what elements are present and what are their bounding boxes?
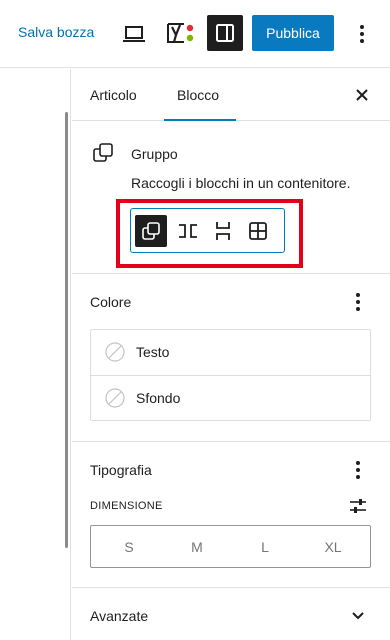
block-variations-toolbar	[130, 208, 285, 253]
typography-options-icon[interactable]	[346, 458, 370, 482]
color-item-background[interactable]: Sfondo	[91, 375, 370, 420]
empty-swatch-icon	[105, 388, 125, 408]
color-item-text[interactable]: Testo	[91, 330, 370, 375]
advanced-panel-title: Avanzate	[90, 608, 149, 624]
sidebar-toggle-icon[interactable]	[207, 15, 243, 51]
yoast-icon[interactable]	[163, 18, 197, 48]
font-size-picker: S M L XL	[90, 525, 371, 568]
empty-swatch-icon	[105, 342, 125, 362]
more-vertical-icon[interactable]	[350, 20, 374, 48]
variation-group-icon[interactable]	[135, 215, 167, 247]
block-title: Gruppo	[131, 146, 178, 162]
typography-panel-title: Tipografia	[90, 462, 152, 478]
font-size-option-s[interactable]: S	[114, 539, 144, 555]
block-description: Raccogli i blocchi in un contenitore.	[131, 175, 351, 191]
variation-row-icon[interactable]	[172, 215, 204, 247]
font-size-option-xl[interactable]: XL	[318, 539, 348, 555]
save-draft-button[interactable]: Salva bozza	[18, 24, 94, 40]
active-tab-indicator	[164, 119, 236, 121]
settings-sliders-icon[interactable]	[346, 494, 370, 518]
font-size-option-m[interactable]: M	[182, 539, 212, 555]
close-icon[interactable]	[350, 83, 374, 107]
group-block-icon	[92, 142, 114, 164]
variation-stack-icon[interactable]	[207, 215, 239, 247]
color-panel-title: Colore	[90, 294, 132, 310]
settings-sidebar: Articolo Blocco Gruppo Raccogli i blocch…	[72, 69, 390, 640]
color-item-label: Testo	[136, 344, 170, 360]
advanced-panel[interactable]: Avanzate	[72, 588, 390, 640]
tab-articolo[interactable]: Articolo	[90, 87, 137, 103]
font-size-label: DIMENSIONE	[90, 500, 163, 512]
color-options-icon[interactable]	[346, 290, 370, 314]
sidebar-tabs: Articolo Blocco	[72, 69, 390, 121]
publish-button[interactable]: Pubblica	[252, 15, 334, 51]
font-size-option-l[interactable]: L	[250, 539, 280, 555]
editor-top-toolbar: Salva bozza Pubblica	[0, 0, 390, 68]
variation-grid-icon[interactable]	[242, 215, 274, 247]
laptop-icon[interactable]	[120, 22, 148, 46]
scrollbar[interactable]	[65, 112, 68, 548]
editor-canvas-strip	[0, 69, 71, 640]
chevron-down-icon[interactable]	[346, 604, 370, 628]
tab-blocco[interactable]: Blocco	[177, 87, 219, 103]
color-list: Testo Sfondo	[90, 329, 371, 421]
color-item-label: Sfondo	[136, 390, 181, 406]
